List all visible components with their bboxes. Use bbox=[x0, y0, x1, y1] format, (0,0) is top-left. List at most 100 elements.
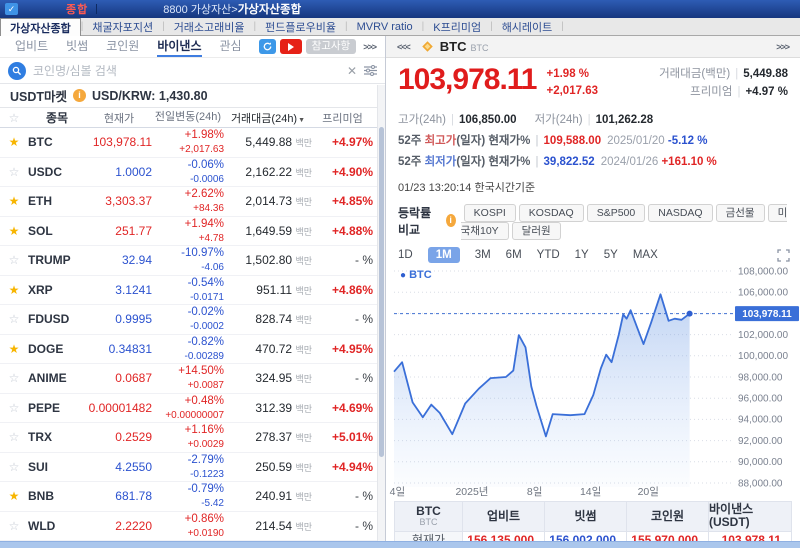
coin-row[interactable]: ★XRP3.1241-0.54%-0.0171951.11 백만+4.86% bbox=[0, 276, 377, 306]
favorite-star[interactable]: ★ bbox=[0, 194, 28, 208]
header-premium[interactable]: 프리미엄 bbox=[312, 110, 377, 126]
range-1d[interactable]: 1D bbox=[398, 247, 413, 263]
notice-button[interactable]: 참고사항 bbox=[306, 39, 357, 54]
market-label: USDT마켓 bbox=[10, 86, 67, 105]
exchange-col-2[interactable]: 빗썸 bbox=[545, 502, 627, 532]
coin-row[interactable]: ★ETH3,303.37+2.62%+84.362,014.73 백만+4.85… bbox=[0, 187, 377, 217]
compare-chip-5[interactable]: 금선물 bbox=[716, 204, 765, 222]
favorite-star[interactable]: ☆ bbox=[0, 165, 28, 179]
favorite-star[interactable]: ☆ bbox=[0, 430, 28, 444]
app-logo-icon: ✓ bbox=[5, 3, 18, 15]
coin-symbol: USDC bbox=[28, 165, 86, 179]
tab-2[interactable]: 채굴자포지션 bbox=[83, 18, 162, 35]
subtab-3[interactable]: 코인원 bbox=[106, 36, 139, 57]
favorite-star[interactable]: ☆ bbox=[0, 401, 28, 415]
expand-left-icon[interactable]: <<< bbox=[397, 42, 410, 52]
change-pct: +1.94% bbox=[185, 218, 224, 230]
exchange-col-4[interactable]: 바이낸스(USDT) bbox=[709, 502, 791, 532]
tab-7[interactable]: 해시레이트 bbox=[493, 18, 562, 35]
refresh-button[interactable] bbox=[259, 39, 276, 54]
volume-value: 951.11 bbox=[256, 283, 295, 297]
tab-1[interactable]: 가상자산종합 bbox=[0, 18, 81, 36]
header-change[interactable]: 전일변동(24h) bbox=[152, 111, 224, 124]
favorite-star[interactable]: ★ bbox=[0, 224, 28, 238]
compare-chip-3[interactable]: S&P500 bbox=[587, 204, 646, 222]
subtab-1[interactable]: 업비트 bbox=[15, 36, 48, 57]
subtab-4[interactable]: 바이낸스 bbox=[157, 36, 201, 57]
coin-premium: - % bbox=[312, 489, 377, 503]
change-pct: -0.82% bbox=[188, 336, 224, 348]
compare-chip-1[interactable]: KOSPI bbox=[464, 204, 516, 222]
subtab-5[interactable]: 관심 bbox=[220, 36, 242, 57]
compare-info-icon[interactable]: i bbox=[446, 214, 456, 227]
exchange-col-1[interactable]: 업비트 bbox=[463, 502, 545, 532]
favorite-star[interactable]: ★ bbox=[0, 135, 28, 149]
range-5y[interactable]: 5Y bbox=[604, 247, 618, 263]
header-price[interactable]: 현재가 bbox=[86, 110, 152, 126]
favorite-star[interactable]: ★ bbox=[0, 489, 28, 503]
coin-row[interactable]: ☆USDC1.0002-0.06%-0.00062,162.22 백만+4.90… bbox=[0, 158, 377, 188]
favorite-star[interactable]: ☆ bbox=[0, 371, 28, 385]
volume-value: 470.72 bbox=[255, 342, 295, 356]
collapse-left-icon[interactable]: >>> bbox=[363, 42, 376, 52]
coin-row[interactable]: ★SOL251.77+1.94%+4.781,649.59 백만+4.88% bbox=[0, 217, 377, 247]
tab-6[interactable]: K프리미엄 bbox=[424, 18, 490, 35]
compare-chip-2[interactable]: KOSDAQ bbox=[519, 204, 584, 222]
scrollbar-track[interactable] bbox=[377, 85, 385, 541]
coin-row[interactable]: ★DOGE0.34831-0.82%-0.00289470.72 백만+4.95… bbox=[0, 335, 377, 365]
volume-value: 1,649.59 bbox=[245, 224, 295, 238]
range-ytd[interactable]: YTD bbox=[537, 247, 560, 263]
corner-title: BTC bbox=[416, 505, 441, 518]
coin-volume: 250.59 백만 bbox=[224, 460, 312, 474]
coin-row[interactable]: ☆SUI4.2550-2.79%-0.1223250.59 백만+4.94% bbox=[0, 453, 377, 483]
coin-row[interactable]: ☆PEPE0.00001482+0.48%+0.00000007312.39 백… bbox=[0, 394, 377, 424]
favorite-star[interactable]: ☆ bbox=[0, 253, 28, 267]
youtube-button[interactable] bbox=[280, 39, 302, 54]
volume-premium-block: 거래대금(백만)|5,449.88 프리미엄|+4.97 % bbox=[659, 65, 788, 102]
range-1y[interactable]: 1Y bbox=[575, 247, 589, 263]
search-input[interactable] bbox=[33, 64, 340, 78]
range-1m[interactable]: 1M bbox=[428, 247, 460, 263]
tab-4[interactable]: 펀드플로우비율 bbox=[256, 18, 345, 35]
coin-table-body: ★BTC103,978.11+1.98%+2,017.635,449.88 백만… bbox=[0, 128, 385, 541]
change-abs: +0.0029 bbox=[188, 439, 224, 450]
favorite-star[interactable]: ★ bbox=[0, 342, 28, 356]
info-icon[interactable]: i bbox=[73, 89, 86, 102]
subtab-2[interactable]: 빗썸 bbox=[66, 36, 88, 57]
favorite-star[interactable]: ☆ bbox=[0, 312, 28, 326]
fullscreen-icon[interactable] bbox=[777, 249, 790, 262]
expand-right-icon[interactable]: >>> bbox=[776, 42, 789, 52]
favorite-star[interactable]: ★ bbox=[0, 283, 28, 297]
scrollbar-thumb[interactable] bbox=[379, 127, 384, 457]
exchange-col-3[interactable]: 코인원 bbox=[627, 502, 709, 532]
wk52-label2: 52주 bbox=[398, 156, 425, 168]
coin-row[interactable]: ☆TRUMP32.94-10.97%-4.061,502.80 백만- % bbox=[0, 246, 377, 276]
range-3m[interactable]: 3M bbox=[475, 247, 491, 263]
clear-search-icon[interactable]: ✕ bbox=[347, 64, 357, 78]
range-max[interactable]: MAX bbox=[633, 247, 658, 263]
coin-row[interactable]: ★BTC103,978.11+1.98%+2,017.635,449.88 백만… bbox=[0, 128, 377, 158]
refresh-icon bbox=[262, 41, 273, 52]
coin-row[interactable]: ☆TRX0.2529+1.16%+0.0029278.37 백만+5.01% bbox=[0, 423, 377, 453]
range-6m[interactable]: 6M bbox=[506, 247, 522, 263]
market-info-row: USDT마켓 i USD/KRW: 1,430.80 bbox=[0, 84, 385, 108]
price-change: +1.98 % +2,017.63 bbox=[547, 66, 598, 99]
favorite-star[interactable]: ☆ bbox=[0, 460, 28, 474]
favorite-star[interactable]: ☆ bbox=[0, 519, 28, 533]
tab-5[interactable]: MVRV ratio bbox=[348, 18, 422, 35]
coin-row[interactable]: ☆FDUSD0.9995-0.02%-0.0002828.74 백만- % bbox=[0, 305, 377, 335]
header-volume[interactable]: 거래대금(24h)▼ bbox=[224, 110, 312, 126]
coin-volume: 324.95 백만 bbox=[224, 371, 312, 385]
main-tab-bar: 가상자산종합|채굴자포지션|거래소고래비율|펀드플로우비율|MVRV ratio… bbox=[0, 18, 800, 36]
compare-chip-7[interactable]: 달러원 bbox=[512, 222, 561, 240]
tab-3[interactable]: 거래소고래비율 bbox=[165, 18, 254, 35]
favorite-header-icon[interactable]: ☆ bbox=[0, 111, 28, 125]
price-chart[interactable]: ● BTC 108,000.00106,000.00104,000.00102,… bbox=[386, 265, 800, 497]
coin-row[interactable]: ★BNB681.78-0.79%-5.42240.91 백만- % bbox=[0, 482, 377, 512]
header-symbol[interactable]: 종목 bbox=[28, 109, 86, 126]
compare-chip-4[interactable]: NASDAQ bbox=[648, 204, 712, 222]
volume-unit: 백만 bbox=[295, 492, 312, 502]
filter-icon[interactable] bbox=[364, 65, 377, 76]
coin-row[interactable]: ☆WLD2.2220+0.86%+0.0190214.54 백만- % bbox=[0, 512, 377, 542]
coin-row[interactable]: ☆ANIME0.0687+14.50%+0.0087324.95 백만- % bbox=[0, 364, 377, 394]
